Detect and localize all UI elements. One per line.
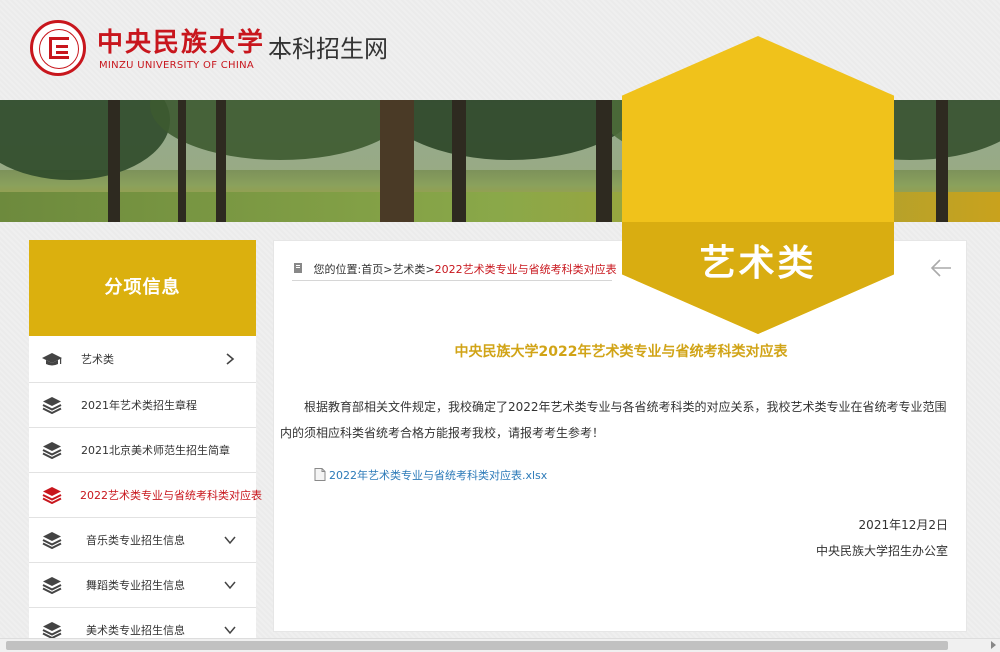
sidebar-item-dance[interactable]: 舞蹈类专业招生信息 — [29, 563, 256, 608]
scroll-right-arrow-icon[interactable] — [991, 641, 996, 649]
hexagon-shade — [622, 36, 894, 334]
logo-chinese-name[interactable]: 中央民族大学 — [97, 22, 265, 59]
sidebar-title: 分项信息 — [29, 240, 256, 336]
layers-icon — [42, 622, 62, 639]
article-panel: 您的位置:首页>艺术类>2022艺术类专业与省统考科类对应表 中央民族大学202… — [273, 240, 967, 632]
logo-english-name[interactable]: MINZU UNIVERSITY OF CHINA — [99, 60, 254, 71]
breadcrumb-prefix: 您的位置: — [313, 263, 362, 276]
breadcrumb-home-link[interactable]: 首页 — [361, 263, 383, 276]
article-signature: 中央民族大学招生办公室 — [815, 544, 948, 558]
attachment-link[interactable]: 2022年艺术类专业与省统考科类对应表.xlsx — [314, 467, 547, 483]
back-arrow-icon[interactable] — [930, 257, 952, 279]
sidebar-item-beijing-art-normal[interactable]: 2021北京美术师范生招生简章 — [29, 428, 256, 473]
sidebar-item-label: 舞蹈类专业招生信息 — [86, 579, 185, 592]
layers-icon — [42, 397, 62, 414]
layers-icon — [42, 442, 62, 459]
horizontal-scrollbar[interactable] — [0, 638, 1000, 652]
attachment-filename[interactable]: 2022年艺术类专业与省统考科类对应表.xlsx — [329, 469, 547, 482]
article-title: 中央民族大学2022年艺术类专业与省统考科类对应表 — [454, 344, 788, 360]
chevron-down-icon — [224, 626, 236, 635]
breadcrumb-section-link[interactable]: 艺术类 — [392, 263, 425, 276]
article-body: 根据教育部相关文件规定，我校确定了2022年艺术类专业与各省统考科类的对应关系，… — [280, 400, 947, 440]
sidebar-item-label: 音乐类专业招生信息 — [86, 534, 185, 547]
site-title: 本科招生网 — [268, 35, 388, 63]
sidebar-item-art[interactable]: 艺术类 — [29, 336, 256, 383]
layers-icon — [42, 577, 62, 594]
scrollbar-thumb[interactable] — [6, 641, 948, 650]
sidebar-item-2021-art-charter[interactable]: 2021年艺术类招生章程 — [29, 383, 256, 428]
layers-icon — [42, 487, 62, 504]
chevron-right-icon — [226, 353, 235, 365]
sidebar-item-2022-mapping-table[interactable]: 2022艺术类专业与省统考科类对应表 — [29, 473, 262, 518]
file-icon — [314, 468, 326, 481]
university-seal-logo[interactable] — [30, 20, 86, 76]
breadcrumb-current[interactable]: 2022艺术类专业与省统考科类对应表 — [435, 263, 617, 276]
sidebar-nav: 分项信息 艺术类 2021年艺术类招生章程 2021北京美术师范生招生简章 20… — [29, 240, 262, 652]
sidebar-item-label: 美术类专业招生信息 — [86, 624, 185, 637]
graduation-cap-icon — [42, 353, 62, 366]
sidebar-item-label: 2022艺术类专业与省统考科类对应表 — [80, 489, 262, 502]
layers-icon — [42, 532, 62, 549]
breadcrumb-separator: > — [425, 263, 435, 276]
sidebar-item-music[interactable]: 音乐类专业招生信息 — [29, 518, 256, 563]
home-icon — [294, 263, 302, 273]
breadcrumb: 您的位置:首页>艺术类>2022艺术类专业与省统考科类对应表 — [292, 259, 617, 281]
sidebar-item-label: 艺术类 — [81, 353, 114, 366]
article-date: 2021年12月2日 — [858, 518, 948, 532]
chevron-down-icon — [224, 536, 236, 545]
sidebar-item-label: 2021北京美术师范生招生简章 — [81, 444, 230, 457]
chevron-down-icon — [224, 581, 236, 590]
category-badge-label: 艺术类 — [699, 243, 817, 284]
sidebar-item-label: 2021年艺术类招生章程 — [81, 399, 197, 412]
